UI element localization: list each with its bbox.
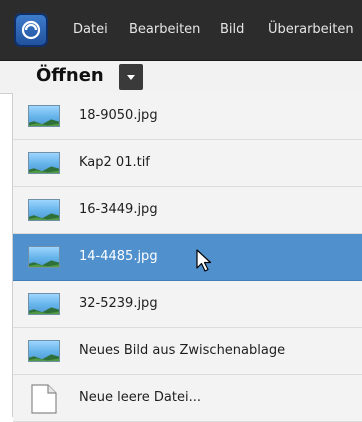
menu-bar: Datei Bearbeiten Bild Überarbeiten xyxy=(0,0,362,61)
new-from-clipboard-item[interactable]: Neues Bild aus Zwischenablage xyxy=(13,328,362,375)
blank-document-icon xyxy=(31,384,57,414)
open-toolbar: Öffnen xyxy=(0,61,362,94)
menu-datei[interactable]: Datei xyxy=(73,22,108,37)
recent-files-list: 18-9050.jpg Kap2 01.tif 16-3449.jpg 14-4… xyxy=(12,93,362,422)
recent-file-label: 16-3449.jpg xyxy=(79,202,158,217)
new-blank-file-label: Neue leere Datei... xyxy=(79,390,201,405)
open-dropdown-button[interactable] xyxy=(119,64,143,90)
menu-bild[interactable]: Bild xyxy=(220,22,244,37)
new-blank-file-item[interactable]: Neue leere Datei... xyxy=(13,375,362,422)
image-file-icon xyxy=(28,105,60,127)
recent-file-label: Kap2 01.tif xyxy=(79,155,150,170)
mouse-pointer-icon xyxy=(196,249,212,272)
recent-file-label: 14-4485.jpg xyxy=(79,249,158,264)
app-logo-icon[interactable] xyxy=(14,13,48,47)
new-from-clipboard-label: Neues Bild aus Zwischenablage xyxy=(79,343,286,358)
recent-file-item[interactable]: 16-3449.jpg xyxy=(13,187,362,234)
menu-bearbeiten[interactable]: Bearbeiten xyxy=(129,22,200,37)
recent-file-label: 32-5239.jpg xyxy=(79,296,158,311)
image-file-icon xyxy=(28,199,60,221)
menu-ueberarbeiten[interactable]: Überarbeiten xyxy=(268,22,354,37)
recent-file-item[interactable]: 32-5239.jpg xyxy=(13,281,362,328)
image-file-icon xyxy=(28,152,60,174)
image-file-icon xyxy=(28,246,60,268)
recent-file-item[interactable]: 18-9050.jpg xyxy=(13,93,362,140)
image-file-icon xyxy=(28,340,60,362)
recent-file-item[interactable]: Kap2 01.tif xyxy=(13,140,362,187)
image-file-icon xyxy=(28,293,60,315)
recent-file-label: 18-9050.jpg xyxy=(79,108,158,123)
recent-file-item-selected[interactable]: 14-4485.jpg xyxy=(13,234,362,281)
open-button[interactable]: Öffnen xyxy=(36,65,104,86)
